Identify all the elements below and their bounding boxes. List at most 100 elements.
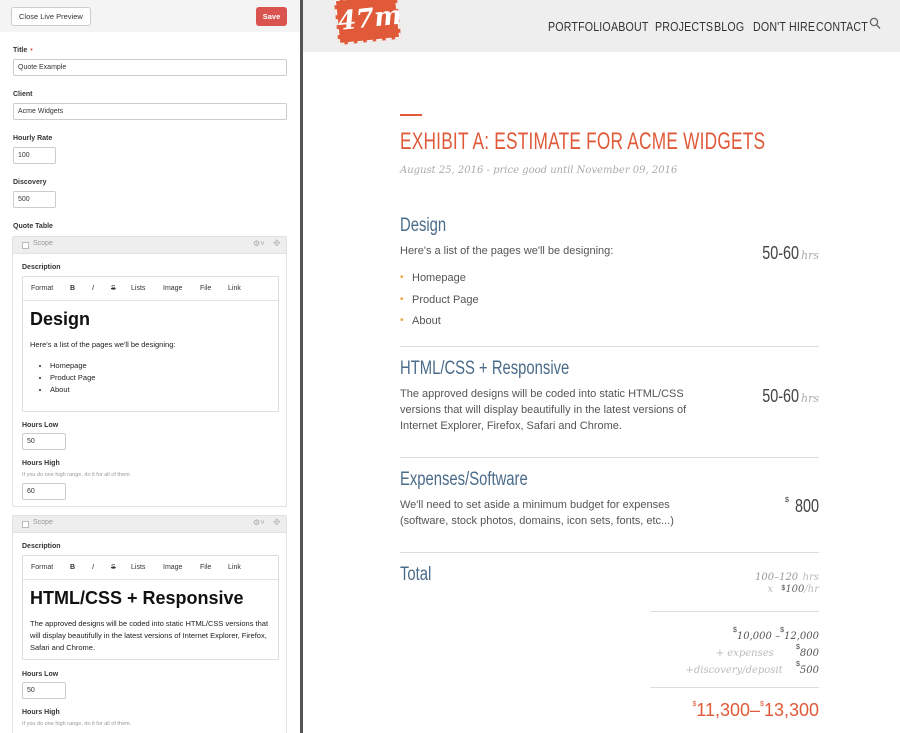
amount-value: 800: [794, 496, 819, 516]
rate-value: 100: [785, 584, 805, 595]
hours-range: 50-60: [762, 386, 799, 406]
scope-label: Scope: [33, 519, 53, 526]
description-label: Description: [22, 543, 61, 550]
editor-toolbar: Close Live Preview Save: [0, 0, 300, 32]
hours-unit: hrs: [801, 249, 819, 262]
subtotal-low: 10,000: [736, 631, 772, 642]
discovery-input[interactable]: 500: [13, 191, 56, 208]
estimate-date: August 25, 2016 - price good until Novem…: [400, 165, 678, 176]
scope-label: Scope: [33, 240, 53, 247]
section-hours: 50-60 hrs: [609, 243, 819, 264]
nav-contact[interactable]: CONTACT: [816, 19, 868, 34]
gear-icon[interactable]: ⚙˅: [253, 518, 265, 527]
hours-low-input[interactable]: 50: [22, 433, 66, 450]
total-divider: [650, 687, 819, 688]
hours-unit: hrs: [801, 392, 819, 405]
title-accent-rule: [400, 114, 422, 116]
format-button[interactable]: Format: [31, 564, 53, 571]
quote-block: Scope ⚙˅ ✥ Description Format B I S List…: [12, 236, 287, 507]
hourly-rate-line: x $100/hr: [609, 584, 819, 595]
title-label: Title •: [13, 47, 33, 54]
block-header: Scope ⚙˅ ✥: [13, 237, 286, 254]
list-item: About: [50, 384, 95, 396]
italic-button[interactable]: I: [92, 564, 94, 571]
list-item: Product Page: [50, 372, 95, 384]
rte-toolbar: Format B I S Lists Image File Link: [23, 277, 278, 301]
title-input[interactable]: Quote Example: [13, 59, 287, 76]
image-button[interactable]: Image: [163, 285, 182, 292]
editor-pane: Close Live Preview Save Title • Quote Exa…: [0, 0, 300, 733]
hours-low-input[interactable]: 50: [22, 682, 66, 699]
nav-dont-hire[interactable]: DON'T HIRE: [753, 19, 815, 34]
total-divider: [650, 611, 819, 612]
file-button[interactable]: File: [200, 285, 211, 292]
discovery-label: +discovery/deposit: [685, 665, 783, 676]
lists-button[interactable]: Lists: [131, 285, 145, 292]
search-icon[interactable]: [869, 17, 881, 31]
currency-symbol: $: [785, 497, 789, 504]
strike-button[interactable]: S: [111, 564, 116, 571]
client-input[interactable]: Acme Widgets: [13, 103, 287, 120]
link-button[interactable]: Link: [228, 285, 241, 292]
lists-button[interactable]: Lists: [131, 564, 145, 571]
link-button[interactable]: Link: [228, 564, 241, 571]
move-handle-icon[interactable]: ✥: [273, 238, 281, 249]
description-label: Description: [22, 264, 61, 271]
rte-list: Homepage Product Page About: [50, 360, 95, 396]
estimate-title: EXHIBIT A: ESTIMATE FOR ACME WIDGETS: [400, 128, 766, 155]
per-hour: /hr: [804, 584, 819, 595]
expenses-label: + expenses: [715, 648, 774, 659]
close-live-preview-button[interactable]: Close Live Preview: [11, 7, 91, 26]
bold-button[interactable]: B: [70, 564, 75, 571]
image-button[interactable]: Image: [163, 564, 182, 571]
section-divider: [400, 346, 819, 347]
move-handle-icon[interactable]: ✥: [273, 517, 281, 528]
scope-checkbox[interactable]: [22, 521, 29, 528]
nav-projects[interactable]: PROJECTS: [655, 19, 713, 34]
client-label: Client: [13, 91, 33, 98]
site-logo[interactable]: 47m: [333, 0, 403, 46]
italic-button[interactable]: I: [92, 285, 94, 292]
nav-about[interactable]: ABOUT: [611, 19, 649, 34]
strike-button[interactable]: S: [111, 285, 116, 292]
section-hours: 50-60 hrs: [609, 386, 819, 407]
save-button[interactable]: Save: [256, 7, 287, 26]
hours-low-label: Hours Low: [22, 671, 59, 678]
hourly-rate-label: Hourly Rate: [13, 135, 53, 142]
section-divider: [400, 457, 819, 458]
expenses-value: 800: [799, 648, 819, 659]
currency-symbol: $: [781, 585, 786, 592]
quote-block: Scope ⚙˅ ✥ Description Format B I S List…: [12, 515, 287, 733]
rte-paragraph: Here's a list of the pages we'll be desi…: [30, 340, 176, 349]
discovery-label: Discovery: [13, 179, 47, 186]
bold-button[interactable]: B: [70, 285, 75, 292]
expenses-line: + expenses $800: [715, 644, 819, 659]
hours-high-help: If you do one high range, do it for all …: [22, 721, 132, 727]
grand-high: 13,300: [763, 700, 819, 720]
live-preview-pane: 47m PORTFOLIO ABOUT PROJECTS BLOG DON'T …: [303, 0, 900, 733]
gear-icon[interactable]: ⚙˅: [253, 239, 265, 248]
list-item: About: [400, 315, 479, 337]
discovery-line: +discovery/deposit $500: [685, 661, 819, 676]
hours-high-input[interactable]: 60: [22, 483, 66, 500]
hours-high-label: Hours High: [22, 709, 60, 716]
list-item: Homepage: [400, 272, 479, 294]
grand-total: $11,300–$13,300: [692, 700, 819, 720]
total-heading: Total: [400, 564, 432, 585]
total-hours-unit: hrs: [802, 572, 819, 583]
nav-blog[interactable]: BLOG: [714, 19, 744, 34]
hourly-rate-input[interactable]: 100: [13, 147, 56, 164]
list-item: Homepage: [50, 360, 95, 372]
file-button[interactable]: File: [200, 564, 211, 571]
total-hours-range: 100–120: [755, 572, 799, 583]
nav-portfolio[interactable]: PORTFOLIO: [548, 19, 611, 34]
rich-text-editor[interactable]: Format B I S Lists Image File Link Desig…: [22, 276, 279, 412]
rich-text-editor[interactable]: Format B I S Lists Image File Link HTML/…: [22, 555, 279, 660]
rte-heading: HTML/CSS + Responsive: [30, 588, 244, 608]
section-divider: [400, 552, 819, 553]
rte-paragraph: The approved designs will be coded into …: [30, 619, 269, 652]
total-hours: 100–120 hrs: [609, 567, 819, 585]
scope-checkbox[interactable]: [22, 242, 29, 249]
grand-low: 11,300: [696, 700, 751, 720]
format-button[interactable]: Format: [31, 285, 53, 292]
